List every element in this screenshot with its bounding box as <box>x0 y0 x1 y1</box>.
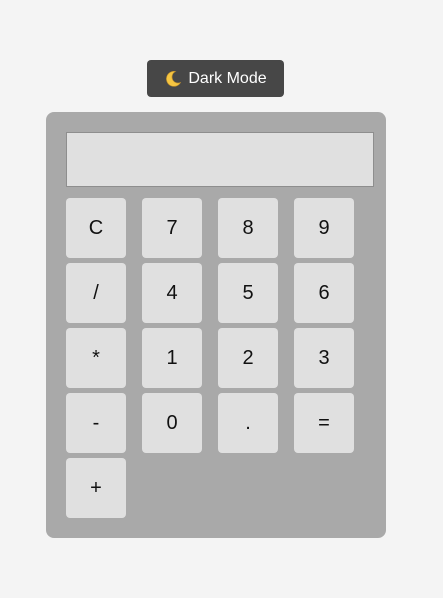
digit-1-button[interactable]: 1 <box>142 328 202 388</box>
digit-4-button[interactable]: 4 <box>142 263 202 323</box>
digit-5-button[interactable]: 5 <box>218 263 278 323</box>
crescent-moon-icon <box>164 70 182 88</box>
calculator-display <box>66 132 374 187</box>
dark-mode-toggle-button[interactable]: Dark Mode <box>147 60 284 97</box>
digit-8-button[interactable]: 8 <box>218 198 278 258</box>
equals-button[interactable]: = <box>294 393 354 453</box>
digit-7-button[interactable]: 7 <box>142 198 202 258</box>
decimal-point-button[interactable]: . <box>218 393 278 453</box>
multiply-button[interactable]: * <box>66 328 126 388</box>
digit-2-button[interactable]: 2 <box>218 328 278 388</box>
add-button[interactable]: + <box>66 458 126 518</box>
dark-mode-label: Dark Mode <box>188 69 267 87</box>
calculator: C 7 8 9 / 4 5 6 * 1 2 3 - 0 . = + <box>46 112 386 538</box>
digit-6-button[interactable]: 6 <box>294 263 354 323</box>
divide-button[interactable]: / <box>66 263 126 323</box>
clear-button[interactable]: C <box>66 198 126 258</box>
digit-0-button[interactable]: 0 <box>142 393 202 453</box>
subtract-button[interactable]: - <box>66 393 126 453</box>
digit-9-button[interactable]: 9 <box>294 198 354 258</box>
digit-3-button[interactable]: 3 <box>294 328 354 388</box>
